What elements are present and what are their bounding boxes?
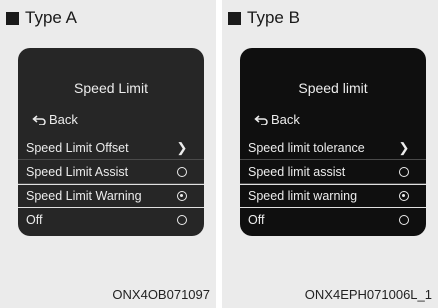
menu-item-speed-limit-warning[interactable]: Speed limit warning	[240, 184, 426, 208]
screen-title: Speed limit	[298, 80, 368, 96]
radio-button-unselected[interactable]	[399, 166, 409, 177]
radio-button-unselected[interactable]	[177, 215, 187, 225]
radio-button-unselected[interactable]	[177, 166, 187, 177]
square-bullet-icon	[228, 11, 241, 25]
menu-list: Speed limit tolerance ❯ Speed limit assi…	[240, 136, 426, 232]
panel-type-a: Type A Speed Limit Back Speed Limit Offs…	[0, 0, 216, 308]
back-arrow-icon	[254, 114, 268, 125]
panel-type-b: Type B Speed limit Back Speed limit tole…	[222, 0, 438, 308]
menu-item-label: Off	[248, 213, 265, 227]
radio-button-selected[interactable]	[177, 191, 187, 201]
menu-item-off[interactable]: Off	[18, 208, 204, 232]
menu-item-speed-limit-assist[interactable]: Speed limit assist	[240, 160, 426, 184]
radio-button-unselected[interactable]	[399, 215, 409, 225]
chevron-right-icon: ❯	[398, 140, 410, 155]
menu-item-speed-limit-assist[interactable]: Speed Limit Assist	[18, 160, 204, 184]
type-label: Type A	[6, 8, 77, 28]
menu-item-speed-limit-offset[interactable]: Speed Limit Offset ❯	[18, 136, 204, 160]
menu-list: Speed Limit Offset ❯ Speed Limit Assist …	[18, 136, 204, 232]
back-label: Back	[271, 112, 300, 127]
back-button[interactable]: Back	[254, 112, 300, 127]
type-label-text: Type A	[25, 8, 77, 27]
display-screen: Speed limit Back Speed limit tolerance ❯…	[240, 48, 426, 236]
back-arrow-icon	[32, 114, 46, 125]
image-caption: ONX4EPH071006L_1	[304, 287, 432, 302]
type-label: Type B	[228, 8, 300, 28]
back-button[interactable]: Back	[32, 112, 78, 127]
display-screen: Speed Limit Back Speed Limit Offset ❯ Sp…	[18, 48, 204, 236]
menu-item-label: Speed limit assist	[248, 164, 346, 179]
menu-item-label: Speed Limit Offset	[26, 140, 129, 155]
square-bullet-icon	[6, 11, 19, 25]
chevron-right-icon: ❯	[176, 140, 188, 155]
type-label-text: Type B	[247, 8, 300, 27]
menu-item-label: Off	[26, 213, 43, 227]
menu-item-label: Speed Limit Assist	[26, 164, 129, 179]
menu-item-label: Speed Limit Warning	[26, 189, 142, 203]
menu-item-speed-limit-tolerance[interactable]: Speed limit tolerance ❯	[240, 136, 426, 160]
menu-item-off[interactable]: Off	[240, 208, 426, 232]
screen-title: Speed Limit	[74, 80, 148, 96]
menu-item-speed-limit-warning[interactable]: Speed Limit Warning	[18, 184, 204, 208]
radio-button-selected[interactable]	[399, 191, 409, 201]
menu-item-label: Speed limit tolerance	[248, 140, 365, 155]
menu-item-label: Speed limit warning	[248, 189, 358, 203]
image-caption: ONX4OB071097	[112, 287, 210, 302]
back-label: Back	[49, 112, 78, 127]
